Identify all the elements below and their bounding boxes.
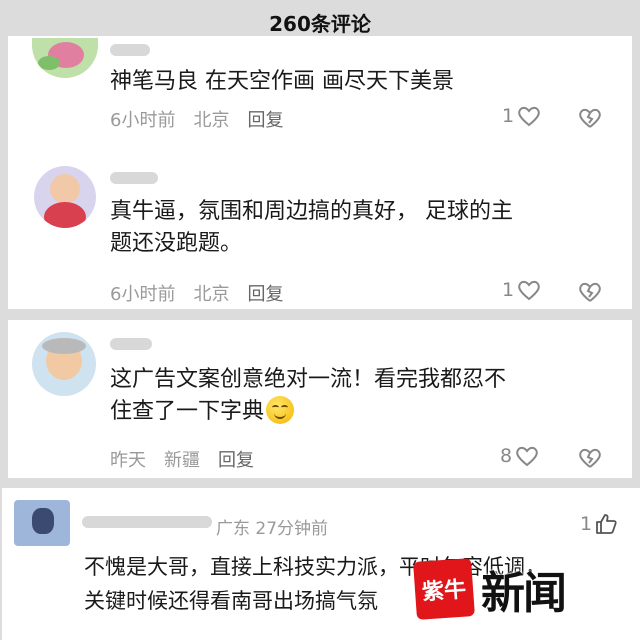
comment-content: 神笔马良 在天空作画 画尽天下美景: [110, 69, 454, 94]
username-blurred[interactable]: [82, 516, 212, 528]
comment-meta: 昨天 新疆 回复: [110, 446, 272, 472]
dislike-heart-icon[interactable]: [576, 106, 604, 130]
heart-icon: [518, 280, 540, 301]
comments-count-title: 260条评论: [269, 12, 371, 36]
like-count: 8: [500, 445, 513, 467]
username-blurred[interactable]: [110, 172, 158, 184]
like-button[interactable]: 8: [500, 444, 540, 468]
comment-meta: 6小时前 北京 回复: [110, 280, 301, 306]
avatar[interactable]: [32, 332, 96, 396]
username-blurred[interactable]: [110, 44, 150, 56]
reply-button[interactable]: 回复: [247, 284, 283, 305]
smile-emoji-icon: [266, 396, 295, 424]
username-blurred[interactable]: [110, 338, 152, 350]
avatar[interactable]: [14, 500, 70, 546]
watermark-logo: 紫牛: [413, 558, 475, 620]
comment-time: 昨天: [110, 450, 146, 471]
comment-time: 6小时前: [110, 284, 176, 305]
avatar[interactable]: [32, 38, 98, 78]
like-button[interactable]: 1: [502, 278, 542, 302]
heart-icon: [516, 446, 538, 467]
heart-icon: [518, 106, 540, 127]
comment-location: 北京: [193, 284, 230, 305]
like-count: 1: [502, 105, 515, 127]
like-count: 1: [580, 513, 593, 535]
like-count: 1: [502, 279, 515, 301]
comment-card: 这广告文案创意绝对一流！看完我都忍不 住查了一下字典 昨天 新疆 回复 8: [8, 320, 632, 478]
comment-content: 这广告文案创意绝对一流！看完我都忍不 住查了一下字典: [110, 367, 507, 424]
comment-meta: 6小时前 北京 回复: [110, 106, 301, 132]
comment-card: 神笔马良 在天空作画 画尽天下美景 6小时前 北京 回复 1 真牛逼，氛围和周边搞的…: [8, 36, 632, 309]
comment-time: 6小时前: [110, 110, 176, 131]
dislike-heart-icon[interactable]: [576, 446, 604, 470]
reply-button[interactable]: 回复: [218, 450, 254, 471]
comment-location: 新疆: [164, 450, 200, 471]
watermark-text: 新闻: [481, 568, 567, 619]
like-button[interactable]: 1: [502, 104, 542, 128]
dislike-heart-icon[interactable]: [576, 280, 604, 304]
reply-button[interactable]: 回复: [247, 110, 283, 131]
comment-content: 真牛逼，氛围和周边搞的真好， 足球的主 题还没跑题。: [110, 199, 513, 256]
watermark: 紫牛 新闻: [413, 556, 567, 622]
avatar[interactable]: [34, 166, 96, 228]
thumbs-up-icon: [596, 514, 617, 534]
comment-location: 北京: [193, 110, 230, 131]
comment-location-time: 广东 27分钟前: [216, 519, 329, 539]
like-button[interactable]: 1: [580, 512, 618, 536]
